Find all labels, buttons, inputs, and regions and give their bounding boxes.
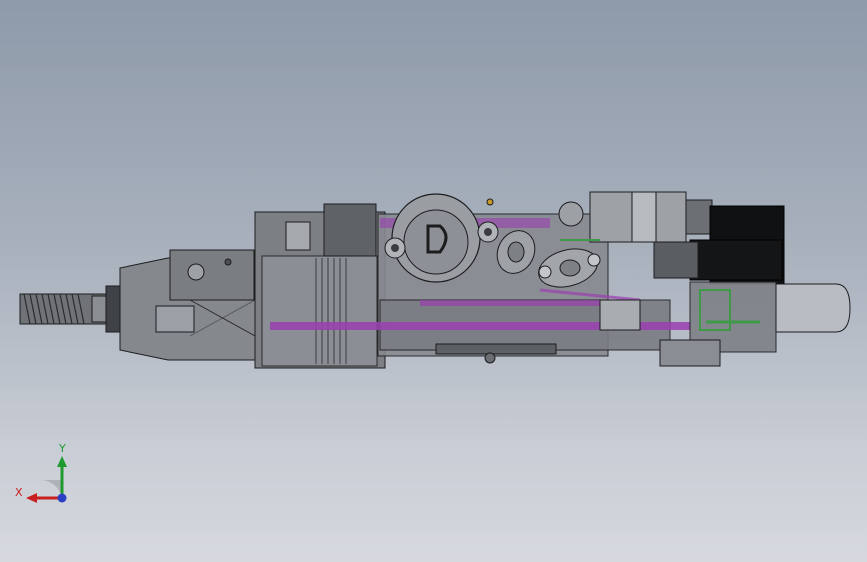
z-axis-dot [57, 493, 67, 503]
motor-cylinder [589, 191, 785, 285]
coordinate-triad: Y X [14, 440, 84, 510]
nose-housing [119, 249, 271, 361]
x-axis-label: X [15, 486, 23, 499]
gearbox-housing [254, 203, 386, 369]
drill-shaft [19, 285, 121, 333]
drill-assembly-model[interactable] [0, 0, 867, 562]
y-axis-label: Y [59, 442, 66, 455]
triad-graphic [26, 456, 67, 503]
graphics-viewport[interactable]: Y X [0, 0, 867, 562]
